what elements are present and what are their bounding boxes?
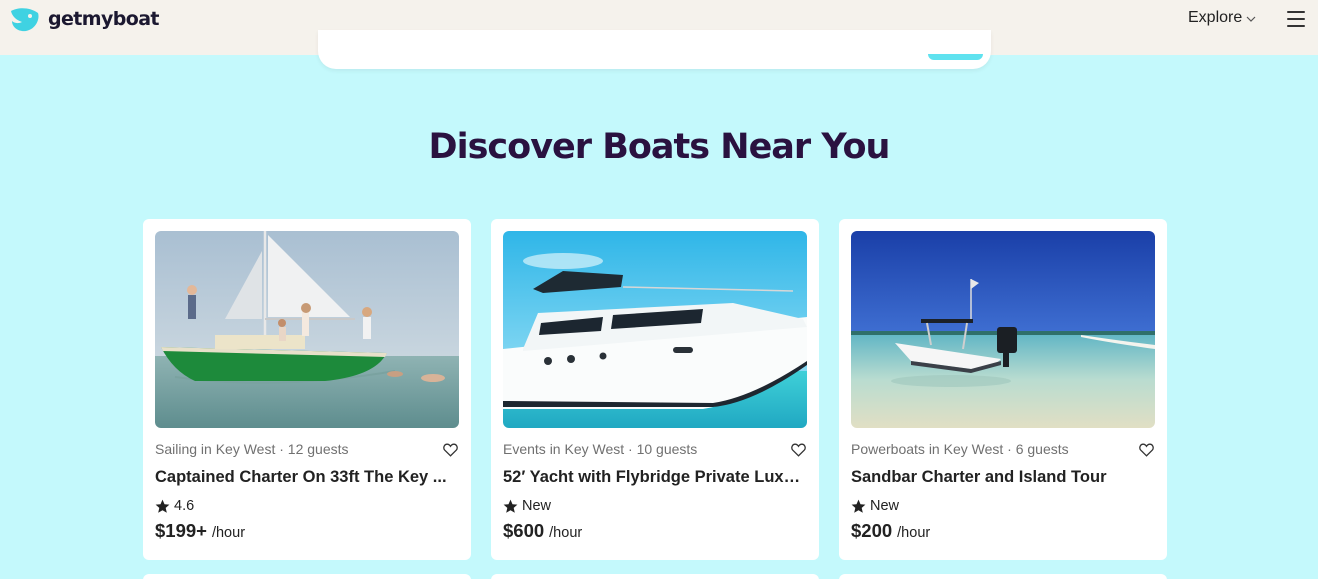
price-amount: $200 bbox=[851, 520, 893, 541]
listing-rating: 4.6 bbox=[155, 498, 194, 514]
brand-logo[interactable]: getmyboat bbox=[8, 5, 160, 33]
explore-label: Explore bbox=[1188, 9, 1243, 26]
listing-card-next-row bbox=[143, 574, 471, 579]
listing-price: $199+ /hour bbox=[155, 520, 245, 542]
section-heading: Discover Boats Near You bbox=[428, 127, 891, 167]
listing-price: $200 /hour bbox=[851, 520, 930, 542]
brand-name: getmyboat bbox=[48, 8, 160, 30]
heart-icon[interactable] bbox=[443, 443, 458, 457]
heart-icon[interactable] bbox=[1139, 443, 1154, 457]
listing-meta: Powerboats in Key West · 6 guests bbox=[851, 441, 1069, 457]
rating-value: New bbox=[522, 498, 552, 514]
rating-value: 4.6 bbox=[174, 498, 195, 514]
listing-card[interactable]: Events in Key West · 10 guests 52′ Yacht… bbox=[491, 219, 819, 560]
price-unit: /hour bbox=[549, 525, 583, 541]
listing-photo[interactable] bbox=[851, 231, 1155, 428]
price-unit: /hour bbox=[211, 525, 246, 541]
getmyboat-logo-icon bbox=[11, 8, 39, 32]
star-icon bbox=[851, 499, 866, 513]
listing-card-next-row bbox=[839, 574, 1167, 579]
green-sailboat-photo bbox=[155, 231, 459, 428]
price-amount: $199+ bbox=[155, 520, 207, 541]
hamburger-icon[interactable] bbox=[1287, 11, 1305, 27]
listing-meta: Sailing in Key West · 12 guests bbox=[155, 441, 349, 457]
listing-rating: New bbox=[851, 498, 899, 514]
listing-title[interactable]: Sandbar Charter and Island Tour bbox=[851, 468, 1151, 487]
listing-card[interactable]: Sailing in Key West · 12 guests Captaine… bbox=[143, 219, 471, 560]
price-amount: $600 bbox=[503, 520, 545, 541]
heart-icon[interactable] bbox=[791, 443, 806, 457]
listing-meta: Events in Key West · 10 guests bbox=[503, 441, 698, 457]
search-bar[interactable] bbox=[318, 30, 991, 69]
listing-title[interactable]: 52′ Yacht with Flybridge Private Luxu... bbox=[503, 468, 803, 487]
listing-photo[interactable] bbox=[503, 231, 807, 428]
listing-card[interactable]: Powerboats in Key West · 6 guests Sandba… bbox=[839, 219, 1167, 560]
listing-price: $600 /hour bbox=[503, 520, 582, 542]
powerboat-sandbar-photo bbox=[851, 231, 1155, 428]
chevron-down-icon bbox=[1246, 16, 1256, 22]
listing-rating: New bbox=[503, 498, 551, 514]
search-button[interactable] bbox=[928, 54, 983, 60]
rating-value: New bbox=[870, 498, 900, 514]
listing-title[interactable]: Captained Charter On 33ft The Key ... bbox=[155, 468, 455, 487]
white-yacht-photo bbox=[503, 231, 807, 428]
explore-dropdown[interactable]: Explore bbox=[1188, 9, 1256, 27]
listing-card-next-row bbox=[491, 574, 819, 579]
star-icon bbox=[503, 499, 518, 513]
star-icon bbox=[155, 499, 170, 513]
price-unit: /hour bbox=[897, 525, 931, 541]
listing-photo[interactable] bbox=[155, 231, 459, 428]
